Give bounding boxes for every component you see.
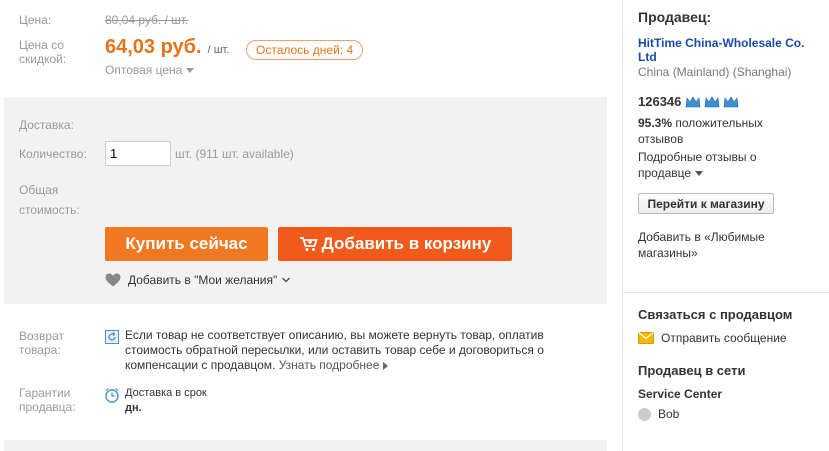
delivery-label: Доставка: xyxy=(19,118,74,132)
envelope-icon xyxy=(638,332,654,344)
detailed-feedback-toggle[interactable]: Подробные отзывы о продавце xyxy=(638,149,757,181)
positive-feedback: 95.3% положительных отзывов xyxy=(638,116,763,146)
add-to-favorite-stores[interactable]: Добавить в «Любимые магазины» xyxy=(638,229,765,261)
buy-now-button[interactable]: Купить сейчас xyxy=(105,227,268,261)
quantity-input[interactable] xyxy=(105,141,171,166)
return-box-icon xyxy=(105,330,119,344)
days-left-badge: Осталось дней: 4 xyxy=(246,40,364,60)
bulk-price-toggle[interactable]: Оптовая цена xyxy=(105,63,195,77)
service-center-label: Service Center xyxy=(638,387,723,401)
seller-name-link[interactable]: HitTime China-Wholesale Co. Ltd xyxy=(638,36,804,64)
total-cost-label: Общая стоимость: xyxy=(19,183,80,217)
old-price: 80,04 руб. / шт. xyxy=(105,13,189,27)
return-policy-text: Если товар не соответствует описанию, вы… xyxy=(125,328,544,372)
quantity-available: шт. (911 шт. available) xyxy=(175,147,294,161)
send-message-link[interactable]: Отправить сообщение xyxy=(638,331,787,345)
chevron-down-icon xyxy=(695,171,704,177)
learn-more-link[interactable]: Узнать подробнее xyxy=(279,358,389,372)
return-label: Возврат товара: xyxy=(19,329,64,357)
quantity-label: Количество: xyxy=(19,147,87,161)
guarantee-text: Доставка в срок дн. xyxy=(125,387,207,414)
price-unit: / шт. xyxy=(207,44,230,56)
add-to-wishlist[interactable]: Добавить в "Мои желания" xyxy=(105,273,291,287)
price-label: Цена: xyxy=(19,13,52,27)
contact-seller-title: Связаться с продавцом xyxy=(638,307,793,322)
seller-online-title: Продавец в сети xyxy=(638,363,746,378)
seller-guarantee-label: Гарантии продавца: xyxy=(19,386,76,414)
seller-title: Продавец: xyxy=(638,9,712,25)
visit-store-button[interactable]: Перейти к магазину xyxy=(638,193,774,214)
arrow-right-icon xyxy=(383,361,389,370)
seller-score: 126346 xyxy=(638,94,682,109)
add-to-cart-button[interactable]: Добавить в корзину xyxy=(278,227,512,261)
discount-price-label: Цена со скидкой: xyxy=(19,38,67,66)
price-row: 64,03 руб. / шт. xyxy=(105,36,229,59)
heart-icon xyxy=(105,273,121,287)
purchase-panel xyxy=(4,97,607,304)
cart-icon xyxy=(299,237,318,251)
crown-rating-icon xyxy=(686,95,739,107)
discount-price: 64,03 руб. xyxy=(105,36,202,58)
chevron-down-icon xyxy=(186,68,195,74)
clock-icon xyxy=(105,388,119,403)
chevron-down-icon xyxy=(282,277,291,283)
divider xyxy=(622,292,829,293)
next-panel-edge xyxy=(4,440,607,451)
agent-chat[interactable]: Bob xyxy=(638,407,679,421)
seller-location: China (Mainland) (Shanghai) xyxy=(638,65,792,79)
seller-rating: 126346 xyxy=(638,94,741,109)
offline-status-icon xyxy=(638,407,651,421)
